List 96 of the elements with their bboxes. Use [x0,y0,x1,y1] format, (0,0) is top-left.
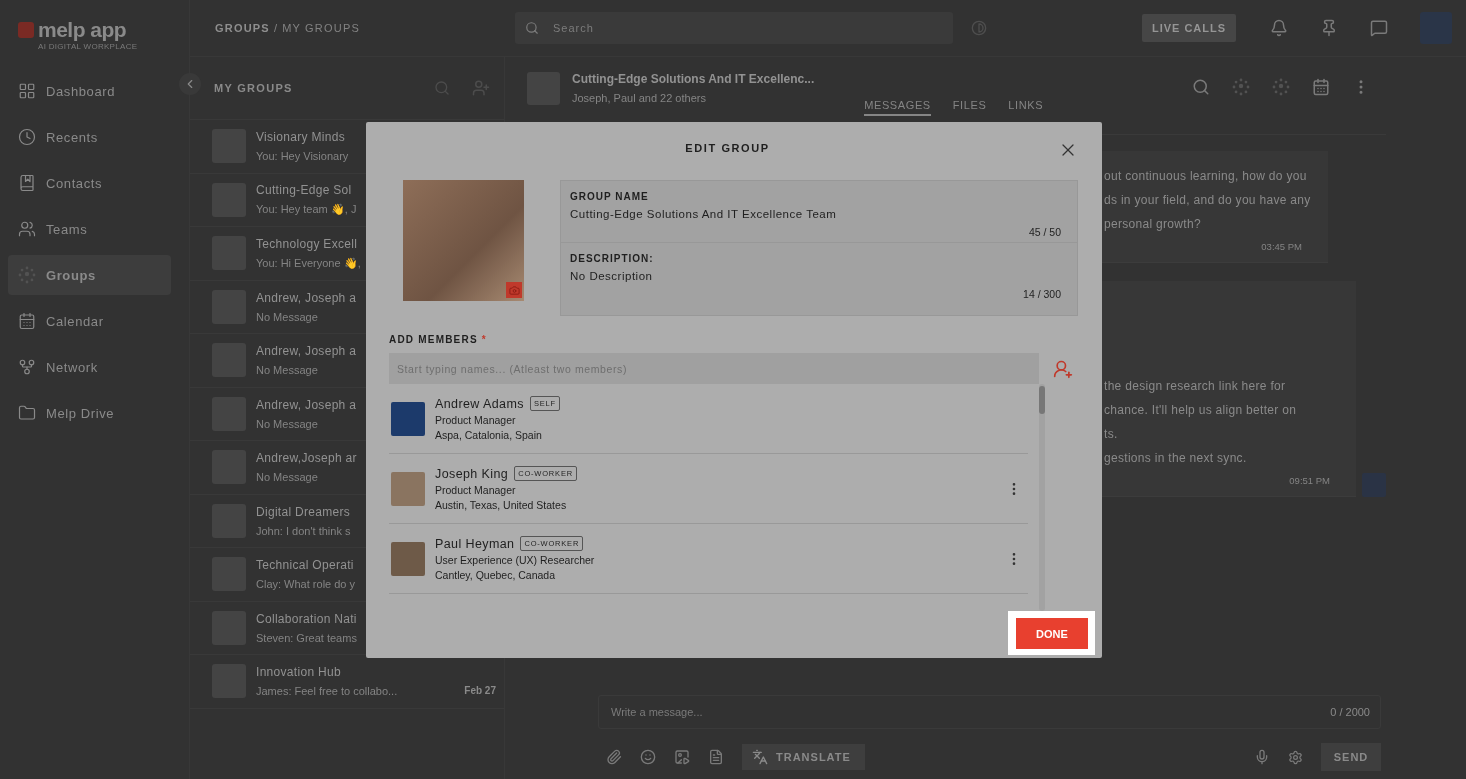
sidebar-item[interactable]: Dashboard [8,71,171,111]
group-name: Andrew, Joseph a [256,344,357,359]
field-label: GROUP NAME [570,191,650,202]
translate-button[interactable]: TRANSLATE [742,744,865,770]
group-preview: No Message [256,310,318,323]
nav-icon [18,220,36,238]
group-preview: Steven: Great teams [256,631,357,644]
emoji-icon[interactable] [640,749,656,765]
group-preview: No Message [256,364,318,377]
field-label: ADD MEMBERS [389,334,478,345]
group-name: Cutting-Edge Sol [256,183,352,198]
group-preview: You: Hey Visionary [256,150,349,163]
group-name: Technology Excell [256,236,358,251]
logo-tagline: AI DIGITAL WORKPLACE [38,42,138,51]
nav-icon [18,358,36,376]
nav-icon [18,82,36,100]
group-preview: James: Feel free to collabo... [256,685,398,698]
required-mark: * [481,334,487,345]
member-avatar [391,471,425,506]
add-person-icon[interactable] [1053,358,1073,379]
message-text: personal growth? [1104,217,1201,231]
group-name: Digital Dreamers [256,504,351,519]
mic-icon[interactable] [1254,749,1270,765]
char-counter: 0 / 2000 [1330,706,1370,718]
note-icon[interactable] [708,749,724,765]
calendar-icon[interactable] [1312,78,1330,96]
message-text: out continuous learning, how do you [1104,169,1307,183]
message-text: gestions in the next sync. [1104,451,1247,465]
nav-icon [18,404,36,422]
member-avatar [391,541,425,576]
gif-icon[interactable] [674,749,690,765]
panel-title: MY GROUPS [214,82,294,94]
nav-icon [18,174,36,192]
chat-icon[interactable] [1370,19,1388,37]
breadcrumb-separator: / [273,22,279,34]
chat-subtitle: Joseph, Paul and 22 others [572,92,707,104]
scrollbar[interactable] [1039,384,1045,611]
logo-text: melp app [38,18,127,42]
char-counter: 45 / 50 [1028,226,1061,238]
group-name: Technical Operati [256,558,354,573]
done-button[interactable]: DONE [1016,618,1088,649]
chat-tab[interactable]: LINKS [1008,99,1044,116]
description-field[interactable]: No Description [570,270,1061,282]
message-time: 09:51 PM [1289,475,1330,486]
group-preview: No Message [256,417,318,430]
sidebar-item[interactable]: Network [8,347,171,387]
live-calls-button[interactable]: LIVE CALLS [1142,14,1236,42]
message-text: chance. It'll help us align better on [1104,403,1297,417]
send-button[interactable]: SEND [1321,743,1381,771]
dialog-title: EDIT GROUP [685,142,770,156]
settings-icon[interactable] [1288,749,1303,765]
sidebar-item[interactable]: Teams [8,209,171,249]
pin-icon[interactable] [1320,19,1338,37]
group-date: Feb 27 [464,685,496,698]
field-label: DESCRIPTION: [570,253,655,264]
group-preview: John: I don't think s [256,524,351,537]
sidebar-item[interactable]: Groups [8,255,171,295]
message-text: ts. [1104,427,1118,441]
chat-tab[interactable]: MESSAGES [864,99,931,116]
group-name: Andrew, Joseph a [256,290,357,305]
sidebar-item[interactable]: Contacts [8,163,171,203]
scrollbar-thumb[interactable] [1039,386,1045,414]
sidebar-item[interactable]: Recents [8,117,171,157]
breadcrumb-page: MY GROUPS [282,22,360,34]
message-time: 03:45 PM [1261,241,1302,252]
translate-icon [752,749,768,765]
attach-icon[interactable] [606,749,622,765]
group-preview: You: Hi Everyone 👋, [256,256,361,270]
group-preview: No Message [256,471,318,484]
group-name: Innovation Hub [256,665,341,680]
search-icon[interactable] [1192,78,1210,96]
group-preview: Clay: What role do y [256,578,356,591]
breadcrumb-section[interactable]: GROUPS [215,22,270,34]
logo-mark [18,22,34,38]
member-avatar [391,401,425,436]
search-field[interactable]: Search [515,12,953,44]
group-name: Andrew, Joseph a [256,397,357,412]
sidebar-item[interactable]: Calendar [8,301,171,341]
group-name: Visionary Minds [256,130,345,145]
group-name: Collaboration Nati [256,611,357,626]
message-input[interactable]: Write a message... 0 / 2000 [598,695,1381,729]
chat-title: Cutting-Edge Solutions And IT Excellenc... [572,72,815,86]
message-text: the design research link here for [1104,379,1286,393]
search-icon [525,21,539,35]
nav-icon [18,312,36,330]
theme-toggle-icon[interactable] [971,20,987,36]
nav-icon [18,128,36,146]
notification-bell-icon[interactable] [1270,19,1288,37]
sidebar-item[interactable]: Melp Drive [8,393,171,433]
group-name-field[interactable]: Cutting-Edge Solutions And IT Excellence Team [570,208,1061,220]
message-text: ds in your field, and do you have any [1104,193,1311,207]
chat-tab[interactable]: FILES [952,99,987,116]
group-name: Andrew,Joseph ar [256,451,357,466]
group-preview: You: Hey team 👋, J [256,203,357,217]
collapse-button[interactable] [179,73,201,95]
char-counter: 14 / 300 [1023,288,1061,300]
